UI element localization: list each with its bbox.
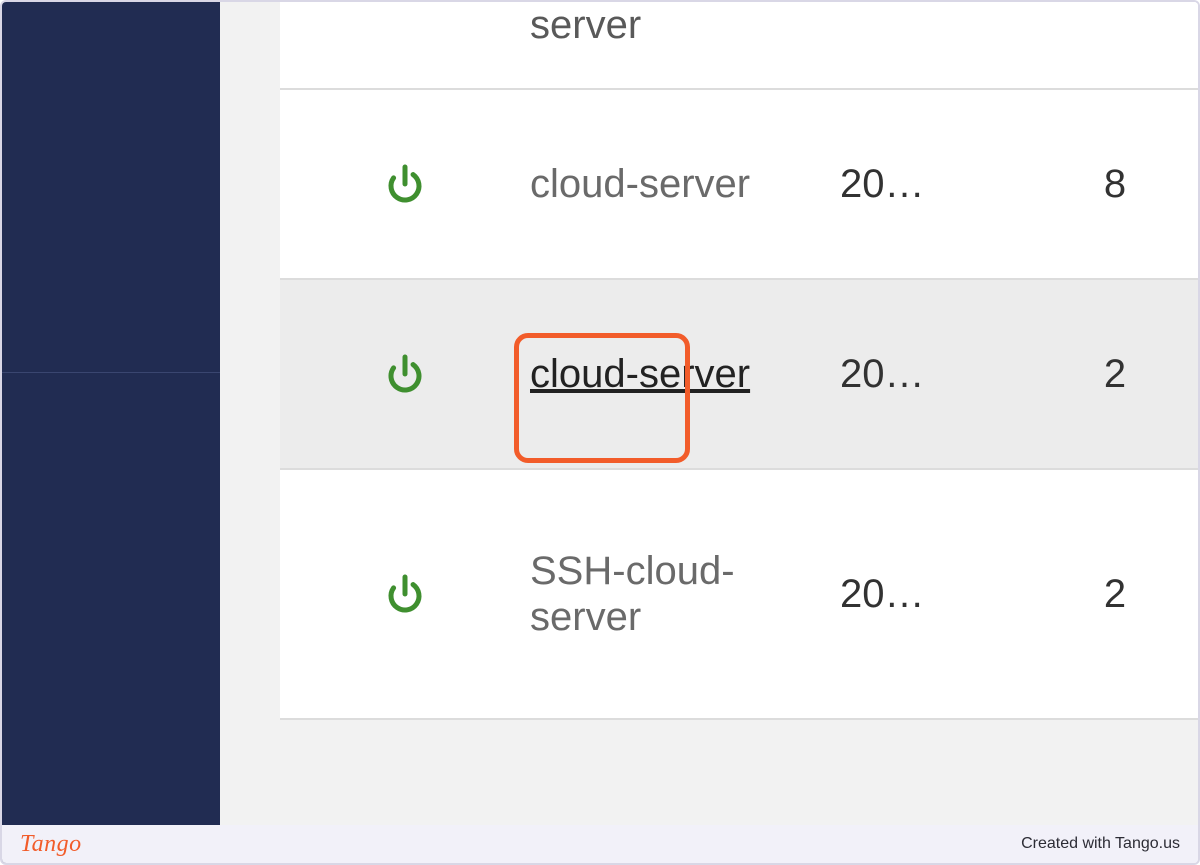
tango-logo: Tango (20, 831, 82, 858)
app-frame: server cloud-server (0, 0, 1200, 865)
power-status-cell (280, 352, 530, 396)
power-status-cell (280, 162, 530, 206)
server-value-2: 2 (1050, 352, 1180, 397)
footer-credit: Created with Tango.us (1021, 835, 1180, 853)
server-name[interactable]: server (530, 2, 820, 48)
table-row[interactable]: cloud-server 20… 2 (280, 280, 1198, 470)
power-icon (383, 572, 427, 616)
server-name[interactable]: cloud-server (530, 161, 820, 207)
server-name-text: SSH-cloud-server (530, 549, 735, 639)
server-table: server cloud-server (280, 2, 1198, 720)
table-row[interactable]: server (280, 2, 1198, 90)
server-name[interactable]: cloud-server (530, 351, 820, 397)
content-area: server cloud-server (220, 2, 1198, 863)
server-value-1: 20… (820, 572, 1050, 617)
power-icon (383, 352, 427, 396)
server-name-text: cloud-server (530, 162, 750, 206)
table-row[interactable]: cloud-server 20… 8 (280, 90, 1198, 280)
server-value-2: 8 (1050, 162, 1180, 207)
server-name-text: server (530, 3, 641, 47)
sidebar (2, 2, 220, 863)
server-value-1: 20… (820, 352, 1050, 397)
server-name-link[interactable]: cloud-server (530, 352, 750, 396)
power-icon (383, 162, 427, 206)
server-value-2: 2 (1050, 572, 1180, 617)
table-row[interactable]: SSH-cloud-server 20… 2 (280, 470, 1198, 720)
sidebar-divider (2, 372, 220, 373)
footer-bar: Tango Created with Tango.us (2, 825, 1198, 863)
power-status-cell (280, 572, 530, 616)
server-value-1: 20… (820, 162, 1050, 207)
server-name[interactable]: SSH-cloud-server (530, 548, 820, 640)
